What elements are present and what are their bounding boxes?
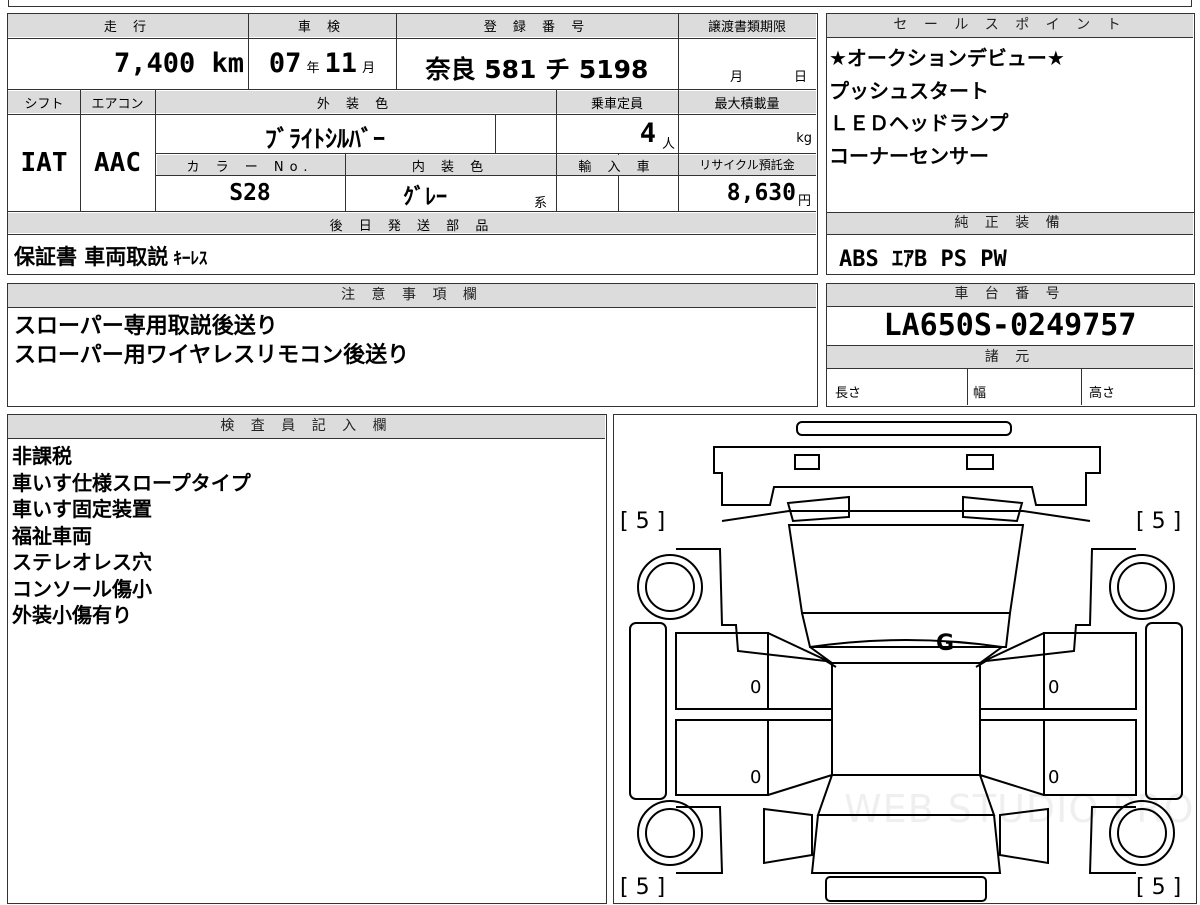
registration-header: 登 録 番 号 bbox=[483, 20, 591, 35]
notes-header: 注 意 事 項 欄 bbox=[8, 284, 816, 308]
top-strip bbox=[8, 0, 1192, 7]
recycle-header: リサイクル預託金 bbox=[699, 158, 795, 172]
transfer-day-unit: 日 bbox=[794, 70, 808, 85]
exterior-color-value: ﾌﾞﾗｲﾄｼﾙﾊﾞｰ bbox=[265, 125, 385, 153]
watermark-text: WEB STUDIO PRO bbox=[844, 787, 1195, 831]
mileage-header: 走 行 bbox=[103, 20, 153, 35]
damage-mark-left-front-door: 0 bbox=[750, 767, 762, 788]
recycle-value: 8,630 bbox=[726, 180, 796, 206]
max-load-header: 最大積載量 bbox=[714, 97, 780, 112]
genuine-equipment-header: 純 正 装 備 bbox=[827, 213, 1193, 235]
inspector-box: 検 査 員 記 入 欄 非課税 車いす仕様スロープタイプ 車いす固定装置 福祉車… bbox=[7, 414, 607, 904]
inspector-list: 非課税 車いす仕様スロープタイプ 車いす固定装置 福祉車両 ステレオレス穴 コン… bbox=[12, 443, 251, 629]
aircon-value: AAC bbox=[94, 148, 141, 178]
exterior-color-header: 外 装 色 bbox=[316, 97, 395, 112]
inspector-line: 車いす固定装置 bbox=[12, 497, 152, 521]
car-damage-diagram: [ 5 ] [ 5 ] [ 5 ] [ 5 ] G 0 0 0 0 WEB ST… bbox=[613, 414, 1197, 904]
sales-point-line: ＬＥＤヘッドランプ bbox=[829, 111, 1009, 135]
transfer-month-unit: 月 bbox=[730, 70, 744, 85]
note-line: スローパー用ワイヤレスリモコン後送り bbox=[14, 343, 410, 368]
seating-header: 乗車定員 bbox=[590, 97, 643, 112]
genuine-equipment-value: ABS ｴｱB PS PW bbox=[839, 247, 1007, 272]
interior-color-suffix: 系 bbox=[534, 196, 548, 211]
inspection-month: 11 bbox=[324, 48, 358, 79]
color-no-header: カ ラ ー No. bbox=[186, 160, 314, 175]
spec-height-label: 高さ bbox=[1089, 386, 1116, 401]
sales-points-list: ★オークションデビュー★ プッシュスタート ＬＥＤヘッドランプ コーナーセンサー bbox=[829, 42, 1065, 172]
inspector-line: 車いす仕様スロープタイプ bbox=[12, 470, 251, 495]
aircon-header: エアコン bbox=[91, 97, 144, 112]
inspector-header: 検 査 員 記 入 欄 bbox=[8, 415, 605, 439]
sales-point-line: プッシュスタート bbox=[829, 78, 989, 103]
inspection-year-unit: 年 bbox=[306, 61, 320, 76]
registration-value: 奈良 581 チ 5198 bbox=[425, 55, 649, 84]
tire-front-right-rating: [ 5 ] bbox=[1136, 875, 1182, 900]
sales-point-line: ★オークションデビュー★ bbox=[829, 46, 1065, 70]
tire-front-left-rating: [ 5 ] bbox=[620, 875, 666, 900]
genuine-equipment-box: 純 正 装 備 ABS ｴｱB PS PW bbox=[826, 212, 1195, 275]
deferred-parts-header: 後 日 発 送 部 品 bbox=[329, 219, 495, 234]
inspection-date: 07 年 11 月 bbox=[248, 48, 396, 79]
import-header: 輸 入 車 bbox=[578, 160, 656, 175]
windshield-mark: G bbox=[936, 631, 955, 656]
inspector-line: コンソール傷小 bbox=[12, 576, 152, 601]
inspection-header: 車 検 bbox=[297, 20, 347, 35]
chassis-header: 車 台 番 号 bbox=[827, 284, 1193, 307]
sales-points-box: セ ー ル ス ポ イ ン ト ★オークションデビュー★ プッシュスタート ＬＥ… bbox=[826, 13, 1195, 213]
inspection-year: 07 bbox=[268, 48, 302, 79]
spec-length-label: 長さ bbox=[835, 386, 862, 401]
deferred-parts-value: 保証書 車両取説 ｷｰﾚｽ bbox=[14, 241, 207, 271]
deferred-parts-tail: ｷｰﾚｽ bbox=[173, 249, 208, 269]
mileage-value: 7,400 km bbox=[113, 48, 244, 79]
inspector-line: 非課税 bbox=[12, 444, 72, 468]
color-no-value: S28 bbox=[229, 180, 271, 206]
tire-rear-right-rating: [ 5 ] bbox=[1136, 509, 1182, 534]
specs-header: 諸 元 bbox=[827, 345, 1193, 369]
max-load-unit: kg bbox=[796, 131, 812, 146]
spec-width-label: 幅 bbox=[973, 386, 987, 401]
shift-header: シフト bbox=[24, 97, 64, 112]
inspector-line: 外装小傷有り bbox=[12, 603, 132, 627]
sales-points-header: セ ー ル ス ポ イ ン ト bbox=[827, 14, 1193, 38]
chassis-box: 車 台 番 号 LA650S-0249757 諸 元 長さ 幅 高さ bbox=[826, 283, 1195, 407]
notes-list: スローパー専用取説後送り スローパー用ワイヤレスリモコン後送り bbox=[14, 312, 409, 370]
seating-unit: 人 bbox=[662, 137, 676, 152]
damage-mark-left-rear-door: 0 bbox=[750, 677, 762, 698]
interior-color-value: ｸﾞﾚｰ bbox=[402, 185, 447, 210]
tire-rear-left-rating: [ 5 ] bbox=[620, 509, 666, 534]
car-outline bbox=[629, 421, 1183, 902]
sales-point-line: コーナーセンサー bbox=[829, 143, 989, 168]
shift-value: IAT bbox=[20, 148, 68, 178]
recycle-unit: 円 bbox=[798, 194, 812, 209]
notes-box: 注 意 事 項 欄 スローパー専用取説後送り スローパー用ワイヤレスリモコン後送… bbox=[7, 283, 818, 407]
interior-color-header: 内 装 色 bbox=[411, 160, 490, 175]
transfer-deadline-header: 譲渡書類期限 bbox=[707, 20, 786, 35]
vehicle-info-table: 走 行 車 検 登 録 番 号 譲渡書類期限 7,400 km 07 年 11 … bbox=[7, 13, 818, 275]
inspection-month-unit: 月 bbox=[362, 61, 376, 76]
deferred-parts-main: 保証書 車両取説 bbox=[14, 245, 169, 269]
damage-mark-right-rear-door: 0 bbox=[1048, 677, 1060, 698]
inspector-line: ステレオレス穴 bbox=[12, 550, 152, 574]
inspector-line: 福祉車両 bbox=[12, 523, 92, 548]
note-line: スローパー専用取説後送り bbox=[14, 314, 278, 339]
seating-value: 4 bbox=[639, 118, 656, 149]
chassis-number: LA650S-0249757 bbox=[883, 308, 1137, 343]
damage-mark-right-front-door: 0 bbox=[1048, 767, 1060, 788]
